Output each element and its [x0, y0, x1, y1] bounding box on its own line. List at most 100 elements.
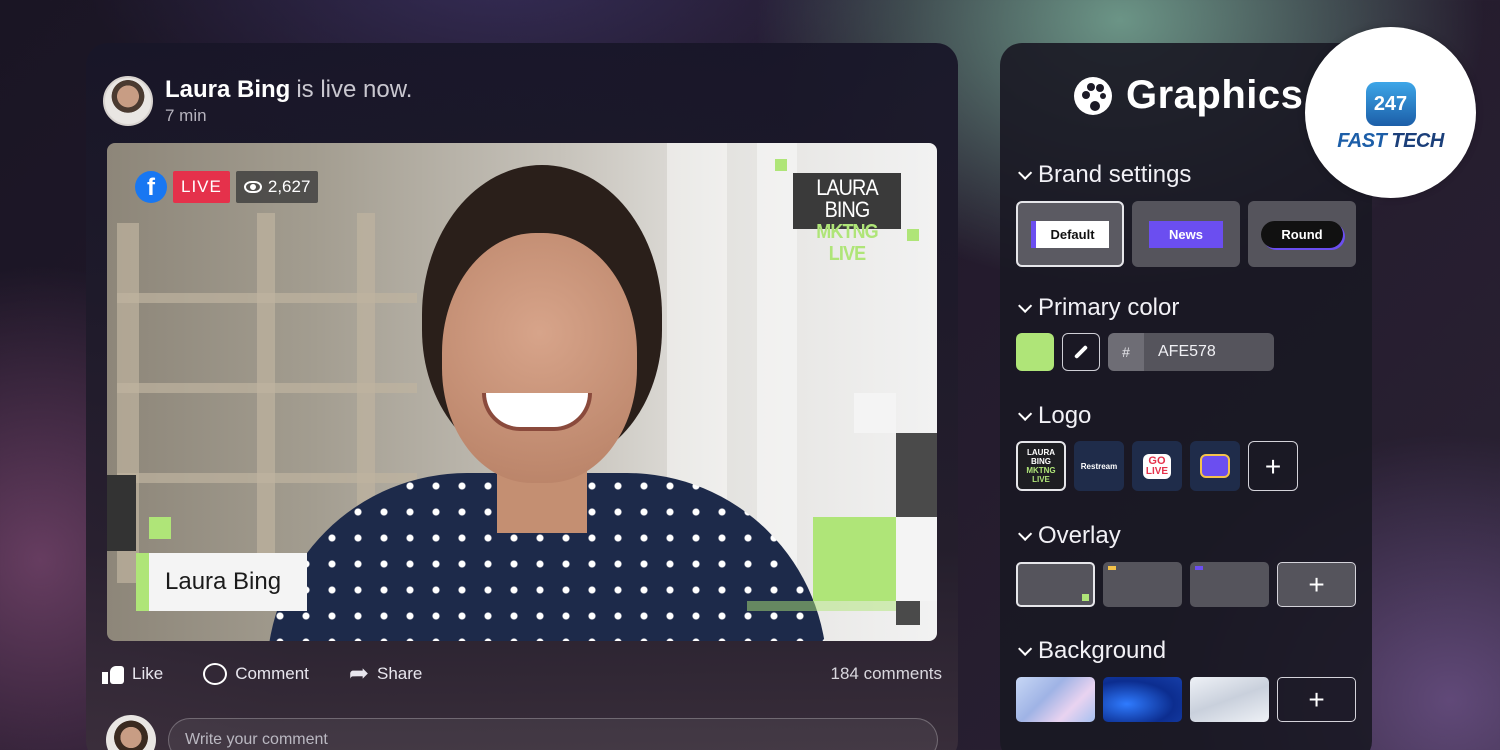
overlay-label: Overlay: [1038, 522, 1121, 549]
overlay-accent-square: [1082, 594, 1089, 601]
add-overlay-button[interactable]: +: [1277, 562, 1356, 607]
overlay-bar: [747, 601, 896, 611]
brand-style-news[interactable]: News: [1132, 201, 1240, 267]
overlay-block: [896, 433, 937, 517]
logo-toggle[interactable]: Logo: [1018, 402, 1091, 430]
eyedropper-button[interactable]: [1062, 333, 1100, 371]
chevron-down-icon: [1018, 641, 1033, 656]
primary-color-label: Primary color: [1038, 294, 1180, 321]
brand-logo-line2: MKTNG LIVE: [816, 221, 878, 265]
background-option-blue-wave[interactable]: [1103, 677, 1182, 722]
overlay-option-3[interactable]: [1190, 562, 1269, 607]
logo-label: Logo: [1038, 402, 1092, 429]
brand-settings-toggle[interactable]: Brand settings: [1018, 161, 1191, 189]
badge-logo-icon: [1200, 454, 1230, 478]
background-label: Background: [1038, 637, 1167, 664]
chevron-down-icon: [1018, 165, 1033, 180]
overlay-accent-mark: [1195, 566, 1203, 570]
overlay-block: [896, 517, 937, 601]
brand-style-round[interactable]: Round: [1248, 201, 1356, 267]
name-lower-third: Laura Bing: [149, 553, 307, 611]
color-swatch[interactable]: [1016, 333, 1054, 371]
logo-option-restream[interactable]: Restream: [1074, 441, 1124, 491]
overlay-options: +: [1016, 562, 1356, 607]
logo-options: LAURA BING MKTNG LIVE Restream GO LIVE +: [1016, 441, 1298, 491]
live-status-text: is live now.: [296, 76, 413, 103]
eye-icon: [243, 181, 262, 193]
add-logo-button[interactable]: +: [1248, 441, 1298, 491]
facebook-icon: f: [135, 171, 167, 203]
overlay-toggle[interactable]: Overlay: [1018, 522, 1121, 550]
live-badge: LIVE: [173, 171, 230, 203]
name-tag-accent: [136, 553, 149, 611]
comment-input[interactable]: [168, 718, 938, 750]
overlay-block: [854, 393, 896, 433]
eyedropper-icon: [1073, 344, 1089, 360]
brand-style-options: Default News Round: [1016, 201, 1356, 267]
overlay-option-1[interactable]: [1016, 562, 1095, 607]
overlay-accent-square: [775, 159, 787, 171]
brand-style-round-label: Round: [1261, 220, 1343, 248]
add-background-button[interactable]: +: [1277, 677, 1356, 722]
graphics-title: Graphics: [1126, 73, 1304, 117]
chevron-down-icon: [1018, 298, 1033, 313]
viewer-avatar: [106, 715, 156, 750]
logo-option-text: GO: [1148, 454, 1166, 467]
live-indicator-row: f LIVE 2,627: [135, 171, 319, 203]
logo-option-text: LIVE: [1145, 465, 1169, 477]
post-time: 7 min: [165, 106, 207, 125]
background-options: +: [1016, 677, 1356, 722]
author-avatar[interactable]: [103, 76, 153, 126]
logo-option-text: Restream: [1080, 461, 1118, 471]
author-name[interactable]: Laura Bing: [165, 76, 290, 103]
background-toggle[interactable]: Background: [1018, 637, 1166, 665]
primary-color-controls: # AFE578: [1016, 333, 1274, 371]
viewer-count-badge: 2,627: [235, 171, 319, 203]
post-actions: Like Comment ➦ Share 184 comments: [102, 660, 943, 687]
graphics-header: Graphics: [1074, 73, 1303, 118]
logo-option-text: MKTNG LIVE: [1026, 466, 1056, 484]
logo-option-text: LAURA BING: [1027, 448, 1055, 466]
chevron-down-icon: [1018, 406, 1033, 421]
overlay-accent-square: [149, 517, 171, 539]
logo-option-laura-bing[interactable]: LAURA BING MKTNG LIVE: [1016, 441, 1066, 491]
overlay-accent-square: [907, 229, 919, 241]
brand-logo-overlay: LAURA BING MKTNG LIVE: [793, 173, 901, 265]
post-header: Laura Bing is live now. 7 min: [103, 76, 412, 126]
hex-color-field[interactable]: # AFE578: [1108, 333, 1274, 371]
brand-logo-line1: LAURA BING: [816, 175, 878, 222]
background-option-pastel[interactable]: [1016, 677, 1095, 722]
primary-color-toggle[interactable]: Primary color: [1018, 294, 1179, 322]
hex-value[interactable]: AFE578: [1144, 333, 1274, 371]
overlay-option-2[interactable]: [1103, 562, 1182, 607]
live-post-card: Laura Bing is live now. 7 min f LIVE 2,6…: [86, 43, 958, 750]
overlay-block: [896, 601, 920, 625]
like-button[interactable]: Like: [102, 664, 163, 684]
logo-option-go-live[interactable]: GO LIVE: [1132, 441, 1182, 491]
comment-button[interactable]: Comment: [203, 663, 309, 685]
comments-count-link[interactable]: 184 comments: [831, 664, 943, 684]
logo-option-badge[interactable]: [1190, 441, 1240, 491]
background-option-light[interactable]: [1190, 677, 1269, 722]
brand-style-default[interactable]: Default: [1016, 201, 1124, 267]
share-arrow-icon: ➦: [348, 660, 369, 687]
brand-settings-label: Brand settings: [1038, 161, 1192, 188]
share-button[interactable]: ➦ Share: [348, 660, 423, 687]
brand-style-news-label: News: [1149, 220, 1223, 248]
hex-prefix: #: [1108, 333, 1144, 371]
shelf-board: [117, 383, 417, 393]
person-face: [442, 233, 637, 483]
brand-style-default-label: Default: [1031, 220, 1109, 248]
overlay-block: [813, 517, 896, 601]
shelf-board: [117, 293, 417, 303]
comment-label: Comment: [235, 664, 309, 683]
fast-tech-watermark-logo: 247 FAST TECH: [1305, 27, 1476, 198]
palette-icon: [1074, 76, 1112, 115]
viewer-count: 2,627: [267, 177, 311, 196]
shelf-board: [117, 473, 417, 483]
share-label: Share: [376, 664, 423, 683]
watermark-text: FAST TECH: [1337, 130, 1444, 152]
shelf-post: [257, 213, 275, 583]
speech-bubble-icon: [203, 663, 228, 685]
live-video[interactable]: f LIVE 2,627 LAURA BING MKTNG LIVE Laura…: [107, 143, 937, 641]
